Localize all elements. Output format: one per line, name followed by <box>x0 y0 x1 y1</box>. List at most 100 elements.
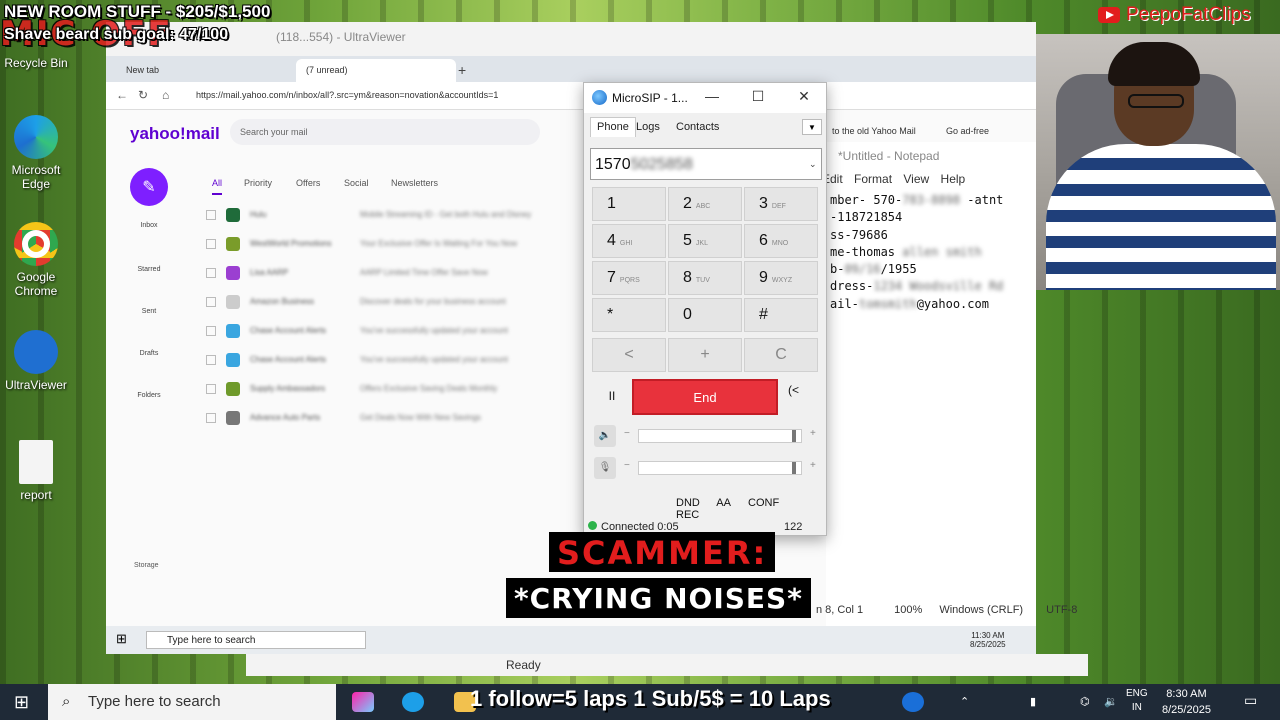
plus-button[interactable]: + <box>668 338 742 372</box>
tab-priority[interactable]: Priority <box>244 178 272 188</box>
notepad-text-area[interactable]: mber- 570-783-8898 -atnt -118721854 ss-796… <box>830 192 1003 313</box>
speaker-volume-down[interactable]: − <box>624 428 630 439</box>
dial-key[interactable]: 2 ABC <box>668 187 742 221</box>
mail-checkbox[interactable] <box>206 238 216 249</box>
minimize-icon[interactable]: — <box>702 88 722 104</box>
start-icon[interactable]: ⊞ <box>14 692 29 713</box>
recycle-bin-icon[interactable]: Recycle Bin <box>0 56 72 70</box>
mail-row[interactable]: Supply Ambassadors Offers Exclusive Savin… <box>206 374 586 403</box>
nav-inbox[interactable]: Inbox <box>130 222 168 229</box>
close-icon[interactable]: ✕ <box>794 88 814 105</box>
go-ad-free-link[interactable]: Go ad-free <box>946 126 989 136</box>
tab-new-tab[interactable]: New tab <box>116 59 296 82</box>
auto-answer-button[interactable]: AA <box>716 497 731 509</box>
remote-start-icon[interactable]: ⊞ <box>116 631 127 647</box>
language-indicator[interactable]: ENG IN <box>1126 687 1148 715</box>
end-call-button[interactable]: End <box>632 379 778 415</box>
dial-key[interactable]: 6 MNO <box>744 224 818 258</box>
mail-checkbox[interactable] <box>206 412 216 423</box>
dial-key[interactable]: 1 <box>592 187 666 221</box>
mail-checkbox[interactable] <box>206 296 216 307</box>
mail-row[interactable]: WestWorld Promotions Your Exclusive Offer… <box>206 229 586 258</box>
mic-volume-down[interactable]: − <box>624 460 630 471</box>
menu-dropdown-icon[interactable]: ▼ <box>802 119 822 135</box>
mail-checkbox[interactable] <box>206 383 216 394</box>
conference-button[interactable]: CONF <box>748 497 779 509</box>
mail-row[interactable]: Chase Account Alerts You've successfully … <box>206 316 586 345</box>
dial-key[interactable]: 9 WXYZ <box>744 261 818 295</box>
dial-key[interactable]: 8 TUV <box>668 261 742 295</box>
record-button[interactable]: REC <box>676 509 699 521</box>
tab-all[interactable]: All <box>212 178 223 195</box>
tab-phone[interactable]: Phone <box>590 117 636 137</box>
address-bar[interactable]: https://mail.yahoo.com/n/inbox/all?.src=… <box>196 90 498 100</box>
compose-button[interactable]: ✎ <box>130 168 168 206</box>
dnd-button[interactable]: DND <box>676 497 700 509</box>
transfer-button[interactable]: (< <box>788 383 799 397</box>
mic-volume-up[interactable]: + <box>810 460 816 471</box>
dial-number-input[interactable]: 15705025858 ⌄ <box>590 148 822 180</box>
speaker-icon[interactable]: 🔈 <box>594 425 616 447</box>
notifications-icon[interactable]: ▭ <box>1244 692 1257 709</box>
new-tab-button[interactable]: + <box>458 62 466 78</box>
mail-row[interactable]: Lisa AARP AARP Limited Time Offer Save No… <box>206 258 586 287</box>
nav-starred[interactable]: Starred <box>130 266 168 273</box>
dial-key[interactable]: 0 <box>668 298 742 332</box>
refresh-icon[interactable]: ↻ <box>138 88 148 102</box>
chevron-down-icon[interactable]: ⌄ <box>809 159 817 170</box>
mail-checkbox[interactable] <box>206 267 216 278</box>
mail-row[interactable]: Chase Account Alerts You've successfully … <box>206 345 586 374</box>
dial-key[interactable]: 5 JKL <box>668 224 742 258</box>
dial-key[interactable]: 3 DEF <box>744 187 818 221</box>
backspace-button[interactable]: < <box>592 338 666 372</box>
switch-old-mail-link[interactable]: to the old Yahoo Mail <box>832 126 916 136</box>
home-icon[interactable]: ⌂ <box>162 88 169 102</box>
mic-volume-slider[interactable] <box>638 461 802 475</box>
tab-newsletters[interactable]: Newsletters <box>391 178 438 188</box>
volume-icon[interactable]: 🔉 <box>1104 695 1118 708</box>
nav-folders[interactable]: Folders <box>130 392 168 399</box>
tab-offers[interactable]: Offers <box>296 178 320 188</box>
mail-checkbox[interactable] <box>206 354 216 365</box>
clear-button[interactable]: C <box>744 338 818 372</box>
tab-contacts[interactable]: Contacts <box>676 121 719 133</box>
mail-row[interactable]: Advance Auto Parts Get Deals Now With New… <box>206 403 586 432</box>
report-desktop-shortcut[interactable]: report <box>0 440 72 502</box>
edge-taskbar-icon[interactable] <box>402 692 424 712</box>
network-icon[interactable]: ⌬ <box>1080 695 1090 708</box>
nav-storage[interactable]: Storage <box>134 562 159 569</box>
notepad-window[interactable]: *Untitled - Notepad Edit Format View Hel… <box>822 142 1036 626</box>
dial-key[interactable]: 7 PQRS <box>592 261 666 295</box>
yahoo-mail-logo[interactable]: yahoo!mail <box>130 124 220 144</box>
edge-desktop-shortcut[interactable]: Microsoft Edge <box>0 115 72 191</box>
dial-key[interactable]: * <box>592 298 666 332</box>
ultraviewer-desktop-shortcut[interactable]: UltraViewer <box>0 330 72 392</box>
menu-view[interactable]: View <box>903 172 929 186</box>
speaker-volume-up[interactable]: + <box>810 428 816 439</box>
menu-help[interactable]: Help <box>941 172 966 186</box>
mail-checkbox[interactable] <box>206 209 216 220</box>
hold-button[interactable]: II <box>594 381 630 413</box>
menu-format[interactable]: Format <box>854 172 892 186</box>
tab-logs[interactable]: Logs <box>636 121 660 133</box>
copilot-icon[interactable] <box>352 692 374 712</box>
ultraviewer-taskbar-icon[interactable] <box>902 692 924 712</box>
back-icon[interactable]: ← <box>116 88 128 102</box>
mail-row[interactable]: Hulu Mobile Streaming ID - Get both Hulu … <box>206 200 586 229</box>
nav-drafts[interactable]: Drafts <box>130 350 168 357</box>
microsip-window[interactable]: MicroSIP - 1... — ☐ ✕ Phone Logs Contact… <box>583 82 827 536</box>
maximize-icon[interactable]: ☐ <box>748 88 768 105</box>
dial-key[interactable]: # <box>744 298 818 332</box>
nav-sent[interactable]: Sent <box>130 308 168 315</box>
yahoo-search-input[interactable]: Search your mail <box>230 119 540 145</box>
tray-chevron-icon[interactable]: ⌃ <box>960 695 969 708</box>
tab-yahoo-mail[interactable]: (7 unread) <box>296 59 456 82</box>
remote-taskbar-search[interactable]: Type here to search <box>146 631 366 649</box>
battery-icon[interactable]: ▮ <box>1030 695 1036 708</box>
mail-checkbox[interactable] <box>206 325 216 336</box>
tab-social[interactable]: Social <box>344 178 369 188</box>
microphone-icon[interactable]: 🎙 <box>594 457 616 479</box>
taskbar-search-input[interactable]: ⌕ Type here to search <box>48 684 336 720</box>
chrome-desktop-shortcut[interactable]: Google Chrome <box>0 222 72 298</box>
clock[interactable]: 8:30 AM 8/25/2025 <box>1162 686 1211 718</box>
